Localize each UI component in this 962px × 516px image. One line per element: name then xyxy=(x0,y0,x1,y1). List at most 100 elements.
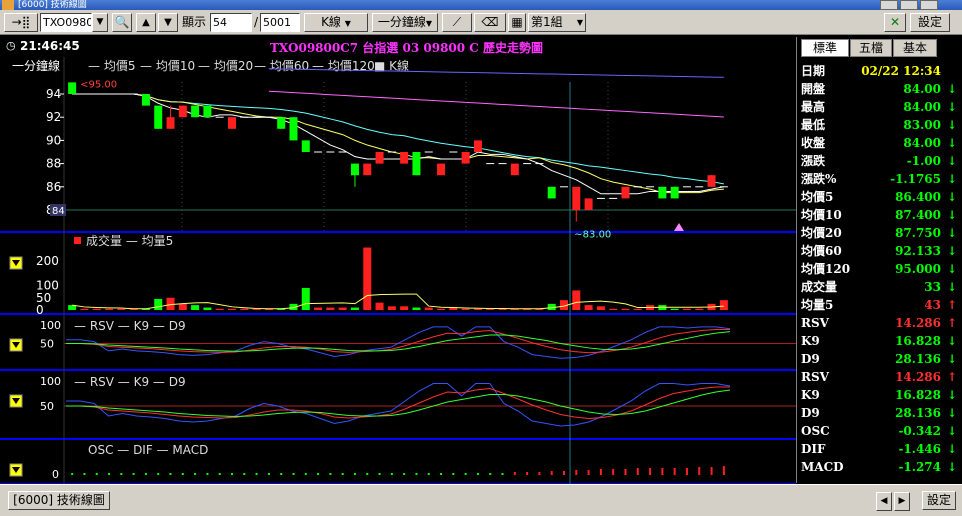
close-button[interactable] xyxy=(920,0,938,10)
display-label: 顯示 xyxy=(182,15,207,29)
trend-arrow-icon: ↓ xyxy=(947,172,958,186)
macd-osc-bar xyxy=(243,473,246,475)
chevron-down-icon: ▼ xyxy=(425,19,433,28)
candle-body xyxy=(68,82,77,94)
maximize-button[interactable] xyxy=(900,0,918,10)
candle-body xyxy=(670,186,679,199)
trend-arrow-icon: ↓ xyxy=(947,244,958,258)
symbol-dropdown-icon[interactable]: ▼ xyxy=(92,13,108,32)
settings-button[interactable]: 設定 xyxy=(910,13,950,32)
quote-row: 均價120 95.000 ↓ xyxy=(801,260,957,278)
macd-osc-bar xyxy=(685,468,688,475)
display-count-input[interactable]: 54 xyxy=(210,13,252,32)
macd-osc-bar xyxy=(218,473,221,475)
macd-osc-bar xyxy=(194,473,197,475)
draw-line-tool[interactable]: ⟋ xyxy=(442,13,472,32)
quote-row: 均價5 86.400 ↓ xyxy=(801,188,957,206)
symbol-input[interactable]: TXO09800 xyxy=(40,13,92,32)
search-button[interactable]: 🔍 xyxy=(112,13,132,32)
scroll-right-button[interactable]: ▶ xyxy=(894,492,910,511)
macd-osc-bar xyxy=(636,468,639,475)
macd-osc-bar xyxy=(489,473,492,475)
quote-label: 均量5 xyxy=(801,298,834,312)
tab-five-levels[interactable]: 五檔 xyxy=(850,39,892,57)
period-dropdown[interactable]: 一分鐘線▼ xyxy=(372,13,438,32)
minimize-button[interactable] xyxy=(880,0,898,10)
candle-body xyxy=(375,152,384,164)
macd-osc-bar xyxy=(317,473,320,475)
candle-body xyxy=(277,117,286,129)
quote-value: 28.136 xyxy=(895,352,941,366)
macd-osc-bar xyxy=(83,473,86,475)
quote-label: 日期 xyxy=(801,64,826,78)
volume-bar xyxy=(400,306,409,310)
volume-y-tick: 200 xyxy=(36,254,59,268)
app-icon xyxy=(2,0,14,10)
candle-body xyxy=(154,105,163,129)
macd-osc-bar xyxy=(95,473,98,475)
link-arrow-button[interactable]: →⣿ xyxy=(4,13,38,32)
chart-type-dropdown[interactable]: K線 ▼ xyxy=(304,13,368,32)
ticker-header: ◷ 21:46:45 TXO09800C7 台指選 03 09800 C 歷史走… xyxy=(0,37,796,57)
quote-label: DIF xyxy=(801,442,826,456)
quote-value: 16.828 xyxy=(895,388,941,402)
candle-body xyxy=(203,105,212,118)
trend-arrow-icon: ↓ xyxy=(947,352,958,366)
price-legend-item: — 均價60 xyxy=(254,59,309,73)
macd-osc-bar xyxy=(661,468,664,475)
window-titlebar: [6000] 技術線圖 xyxy=(0,0,962,10)
macd-osc-bar xyxy=(108,473,111,475)
volume-bar xyxy=(584,305,593,310)
clock-icon: ◷ xyxy=(6,39,16,52)
kd2-legend-item: — RSV — K9 — D9 xyxy=(74,375,186,389)
trend-arrow-icon: ↓ xyxy=(947,442,958,456)
macd-legend-item: OSC — DIF — MACD xyxy=(88,443,208,457)
volume-bar xyxy=(326,307,335,310)
quote-row: D9 28.136 ↓ xyxy=(801,350,957,368)
total-count-field: 5001 xyxy=(260,13,300,32)
quote-label: MACD xyxy=(801,460,844,474)
grid-icon: ▦ xyxy=(511,15,523,29)
quote-label: 最高 xyxy=(801,100,826,114)
total-separator: / xyxy=(254,15,259,29)
macd-osc-bar xyxy=(563,471,565,475)
contract-name: TXO09800C7 台指選 03 09800 C 歷史走勢圖 xyxy=(270,41,544,55)
grid-toggle-button[interactable]: ▦ xyxy=(508,13,526,32)
tab-standard[interactable]: 標準 xyxy=(801,39,849,57)
quote-row: DIF -1.446 ↓ xyxy=(801,440,957,458)
quote-label: RSV xyxy=(801,316,829,330)
status-settings-button[interactable]: 設定 xyxy=(922,491,956,510)
macd-osc-bar xyxy=(501,473,504,475)
volume-bar xyxy=(203,307,212,310)
excel-icon: ✕ xyxy=(889,15,901,29)
candle-body xyxy=(228,117,236,129)
quote-value: 95.000 xyxy=(895,262,941,276)
macd-osc-bar xyxy=(292,473,295,475)
quote-value: -0.342 xyxy=(898,424,941,438)
tab-basic[interactable]: 基本 xyxy=(893,39,937,57)
trend-arrow-icon: ↓ xyxy=(947,406,958,420)
macd-osc-bar xyxy=(255,473,258,475)
group-dropdown[interactable]: 第1組 ▼ xyxy=(528,13,586,32)
scroll-left-button[interactable]: ◀ xyxy=(876,492,892,511)
quote-value: 84.00 xyxy=(903,136,941,150)
chart-area[interactable]: 一分鐘線 — 均價5— 均價10— 均價20— 均價60— 均價120 ■ K線94… xyxy=(0,57,796,484)
excel-export-button[interactable]: ✕ xyxy=(884,13,906,32)
window-tab-technical-chart[interactable]: [6000] 技術線圖 xyxy=(8,491,110,510)
scroll-down-button[interactable]: ▼ xyxy=(158,13,178,32)
volume-bar xyxy=(178,303,187,310)
price-legend-item: — 均價20 xyxy=(198,59,253,73)
candle-body xyxy=(178,105,187,118)
scroll-up-button[interactable]: ▲ xyxy=(136,13,156,32)
ma120-line xyxy=(268,68,724,78)
trend-arrow-icon: ↓ xyxy=(947,82,958,96)
volume-bar xyxy=(301,287,310,310)
toolbar: →⣿ TXO09800 ▼ 🔍 ▲ ▼ 顯示 54 / 5001 K線 ▼ 一分… xyxy=(0,10,962,35)
macd-osc-bar xyxy=(267,473,270,475)
candle-body xyxy=(289,117,298,141)
eraser-icon: ⌫ xyxy=(481,15,499,29)
trend-arrow-icon: ↑ xyxy=(947,370,958,384)
quote-row: 最高 84.00 ↓ xyxy=(801,98,957,116)
eraser-tool[interactable]: ⌫ xyxy=(474,13,506,32)
chevron-down-icon: ▼ xyxy=(344,19,351,28)
